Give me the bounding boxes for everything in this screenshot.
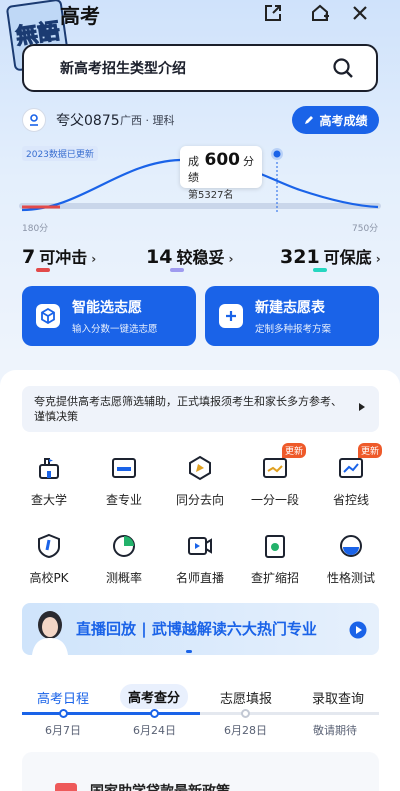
smart-select-card[interactable]: 智能选志愿 输入分数一键选志愿 — [22, 286, 196, 346]
grid-label: 测概率 — [105, 571, 142, 585]
tab-date: 6月7日 — [45, 724, 81, 737]
stat-reach[interactable]: 7 可冲击 › — [22, 244, 96, 268]
stat-reach-num: 7 — [22, 246, 36, 268]
grid-item-live[interactable]: 名师直播 — [170, 533, 230, 586]
score-button-label: 高考成绩 — [319, 113, 368, 128]
marker-point — [273, 150, 281, 158]
grid-item-university[interactable]: 查大学 — [19, 455, 79, 508]
grid-item-same-score[interactable]: 同分去向 — [170, 455, 230, 508]
tooltip-score: 600 — [204, 150, 241, 170]
search-text: 新高考招生类型介绍 — [60, 61, 186, 77]
grid-item-control-line[interactable]: 更新 省控线 — [321, 443, 382, 508]
stat-reach-bar — [36, 268, 50, 272]
tooltip-rank: 第5327名 — [188, 190, 234, 201]
stat-backup-num: 321 — [280, 246, 320, 268]
disclaimer-notice[interactable]: 夸克提供高考志愿筛选辅助，正式填报须考生和家长多方参考、谨慎决策 — [22, 386, 379, 432]
timeline-progress — [22, 712, 200, 715]
page-title: 高考 — [60, 4, 100, 28]
stat-reach-label: 可冲击 — [39, 248, 88, 267]
grid-label: 同分去向 — [175, 493, 224, 507]
live-replay-banner[interactable]: 直播回放 | 武博越解读六大热门专业 — [22, 603, 379, 655]
grid-label: 一分一段 — [250, 493, 299, 507]
live-icon — [187, 533, 213, 559]
grid-item-probability[interactable]: 测概率 — [94, 533, 154, 586]
banner-text: 直播回放 | 武博越解读六大热门专业 — [76, 620, 317, 638]
pk-icon — [36, 533, 62, 559]
host-portrait — [32, 611, 68, 655]
grid-label: 查扩缩招 — [250, 571, 299, 585]
tab-date: 6月24日 — [133, 724, 176, 737]
close-icon[interactable] — [349, 2, 371, 24]
score-tooltip: 成绩 600 分 第5327名 — [180, 146, 262, 201]
tab-schedule[interactable]: 高考日程 — [37, 688, 89, 707]
play-icon — [349, 621, 367, 639]
tab-score-query[interactable]: 高考查分 — [120, 684, 189, 709]
grid-item-enroll-change[interactable]: 查扩缩招 — [245, 533, 305, 586]
grid-label: 高校PK — [29, 571, 69, 585]
university-icon — [36, 455, 62, 481]
new-badge: 更新 — [357, 443, 382, 458]
search-box[interactable]: 新高考招生类型介绍 — [22, 44, 378, 92]
new-plan-card[interactable]: 新建志愿表 定制多种报考方案 — [205, 286, 379, 346]
personality-icon — [338, 533, 364, 559]
timeline-dot — [150, 709, 159, 718]
compass-icon — [187, 455, 213, 481]
grid-label: 查专业 — [105, 493, 142, 507]
smart-select-title: 智能选志愿 — [72, 300, 142, 316]
smart-select-sub: 输入分数一键选志愿 — [72, 324, 158, 335]
grid-label: 查大学 — [30, 493, 67, 507]
grid-item-major[interactable]: 查专业 — [94, 455, 154, 508]
chevron-right-icon: › — [375, 252, 381, 266]
user-region: 广西 · 理科 — [120, 114, 175, 127]
user-name: 夸父0875 — [56, 113, 120, 129]
stat-safe-bar — [170, 268, 184, 272]
news-title: 国家助学贷款最新政策... — [90, 781, 246, 791]
stat-safe[interactable]: 14 较稳妥 › — [146, 244, 233, 268]
edit-icon — [305, 116, 314, 124]
tab-date: 敬请期待 — [313, 724, 357, 737]
grid-item-score-segment[interactable]: 更新 一分一段 — [245, 443, 306, 508]
tooltip-unit: 分 — [243, 155, 254, 168]
notice-text: 夸克提供高考志愿筛选辅助，正式填报须考生和家长多方参考、谨慎决策 — [34, 395, 342, 423]
stat-safe-num: 14 — [146, 246, 173, 268]
timeline-dot — [241, 709, 250, 718]
search-icon[interactable] — [332, 57, 354, 83]
share-icon[interactable] — [262, 2, 284, 24]
new-plan-title: 新建志愿表 — [255, 300, 325, 316]
timeline-dot — [59, 709, 68, 718]
tab-date: 6月28日 — [224, 724, 267, 737]
carousel-indicator — [186, 650, 192, 653]
new-badge: 更新 — [281, 443, 306, 458]
avatar[interactable] — [22, 108, 46, 132]
plus-icon — [219, 304, 243, 328]
chevron-right-icon: › — [91, 252, 97, 266]
stat-backup[interactable]: 321 可保底 › — [280, 244, 381, 268]
score-button[interactable]: 高考成绩 — [292, 106, 379, 134]
control-line-icon: 更新 — [338, 443, 382, 481]
tab-admission[interactable]: 录取查询 — [312, 688, 364, 707]
data-updated-badge: 2023数据已更新 — [22, 146, 98, 161]
arrow-right-icon — [359, 403, 365, 411]
stat-safe-label: 较稳妥 — [176, 248, 225, 267]
major-icon — [111, 455, 137, 481]
grid-label: 性格测试 — [326, 571, 375, 585]
axis-max-label: 750分 — [352, 224, 379, 234]
grid-item-pk[interactable]: 高校PK — [19, 533, 79, 586]
grid-label: 省控线 — [332, 493, 369, 507]
grid-item-personality[interactable]: 性格测试 — [321, 533, 381, 586]
chevron-right-icon: › — [228, 252, 234, 266]
probability-icon — [111, 533, 137, 559]
axis-min-label: 180分 — [22, 224, 49, 234]
score-segment-icon: 更新 — [262, 443, 306, 481]
stat-backup-label: 可保底 — [323, 248, 372, 267]
grid-label: 名师直播 — [175, 571, 224, 585]
enroll-change-icon — [262, 533, 288, 559]
tab-application[interactable]: 志愿填报 — [220, 688, 272, 707]
news-tag — [55, 783, 77, 791]
add-to-home-icon[interactable] — [309, 2, 331, 24]
stat-backup-bar — [313, 268, 327, 272]
new-plan-sub: 定制多种报考方案 — [255, 324, 332, 335]
tooltip-label: 成绩 — [188, 155, 199, 184]
cube-icon — [36, 304, 60, 328]
